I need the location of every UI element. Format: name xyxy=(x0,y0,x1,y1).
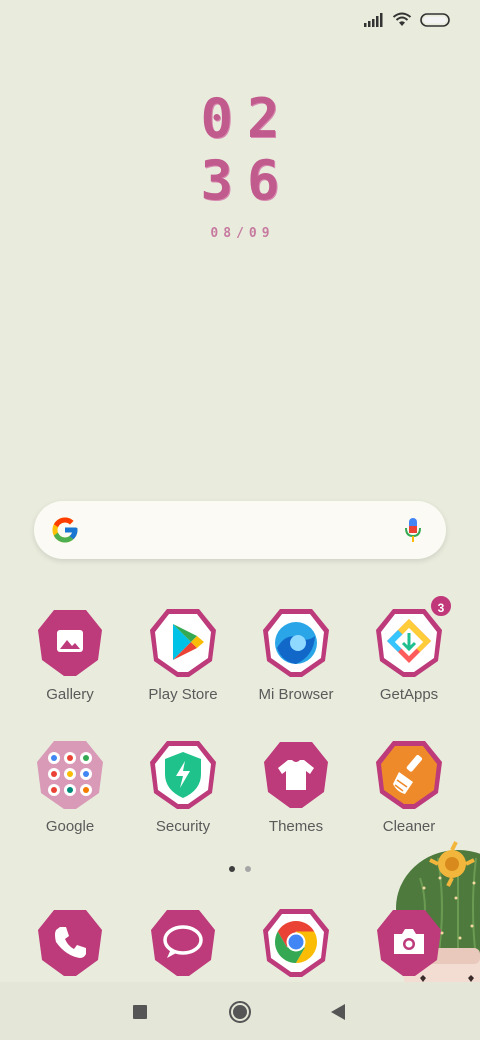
recents-button[interactable] xyxy=(132,1004,148,1025)
app-label: Google xyxy=(45,818,95,835)
chrome-icon xyxy=(260,906,332,978)
security-icon xyxy=(147,738,219,810)
battery-icon xyxy=(420,12,452,32)
wifi-icon xyxy=(392,12,412,32)
mic-icon[interactable] xyxy=(404,517,422,548)
app-label: Security xyxy=(155,818,211,835)
google-folder-icon xyxy=(34,738,106,810)
messages-icon xyxy=(147,906,219,978)
play-store-icon xyxy=(147,606,219,678)
gallery-icon xyxy=(34,606,106,678)
home-button[interactable] xyxy=(228,1000,252,1029)
camera-icon xyxy=(373,906,445,978)
page-dot-1[interactable] xyxy=(229,866,235,872)
app-cleaner[interactable]: Cleaner xyxy=(353,738,465,835)
status-bar xyxy=(0,0,480,44)
app-play-store[interactable]: Play Store xyxy=(127,606,239,703)
page-dot-2[interactable] xyxy=(245,866,251,872)
app-themes[interactable]: Themes xyxy=(240,738,352,835)
cleaner-icon xyxy=(373,738,445,810)
google-logo xyxy=(50,515,80,550)
clock-hour: 02 xyxy=(200,87,294,150)
dock-phone[interactable] xyxy=(14,906,126,978)
clock-widget[interactable]: 02 36 08/09 xyxy=(0,87,480,242)
navigation-bar xyxy=(0,982,480,1040)
app-label: Themes xyxy=(268,818,324,835)
app-security[interactable]: Security xyxy=(127,738,239,835)
mi-browser-icon xyxy=(260,606,332,678)
app-label: Gallery xyxy=(46,686,94,703)
app-gallery[interactable]: Gallery xyxy=(14,606,126,703)
back-button[interactable] xyxy=(330,1003,346,1026)
app-mi-browser[interactable]: Mi Browser xyxy=(240,606,352,703)
app-label: GetApps xyxy=(379,686,439,703)
getapps-icon: 3 xyxy=(373,594,453,678)
phone-icon xyxy=(34,906,106,978)
status-icons xyxy=(364,12,452,32)
app-label: Cleaner xyxy=(382,818,436,835)
themes-icon xyxy=(260,738,332,810)
app-getapps[interactable]: 3 GetApps xyxy=(353,594,465,703)
clock-date: 08/09 xyxy=(210,226,275,241)
dock-messages[interactable] xyxy=(127,906,239,978)
notification-badge: 3 xyxy=(429,594,453,618)
signal-icon xyxy=(364,12,384,32)
dock-camera[interactable] xyxy=(353,906,465,978)
clock-minute: 36 xyxy=(200,149,294,212)
app-google-folder[interactable]: Google xyxy=(14,738,126,835)
dock-chrome[interactable] xyxy=(240,906,352,978)
app-label: Play Store xyxy=(148,686,218,703)
app-label: Mi Browser xyxy=(258,686,334,703)
google-search-bar[interactable] xyxy=(34,501,446,559)
